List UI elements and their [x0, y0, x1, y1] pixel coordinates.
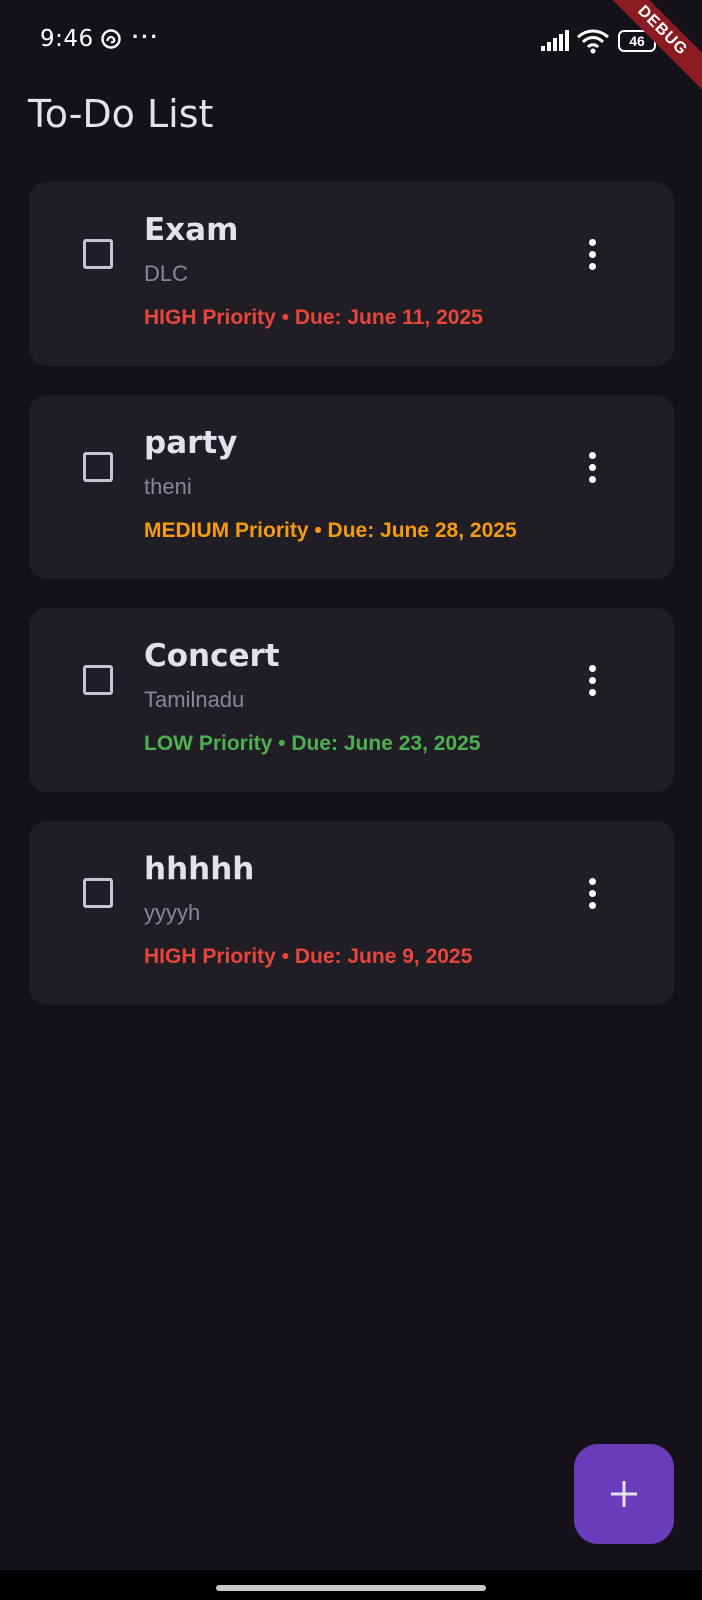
task-priority-due: MEDIUM Priority • Due: June 28, 2025	[144, 519, 517, 542]
task-list: Exam DLC HIGH Priority • Due: June 11, 2…	[29, 182, 674, 1034]
wifi-icon	[577, 29, 609, 54]
app-notification-icon	[101, 29, 121, 49]
more-vert-icon[interactable]	[574, 234, 610, 274]
task-card[interactable]: hhhhh yyyyh HIGH Priority • Due: June 9,…	[29, 821, 674, 1005]
plus-icon	[611, 1481, 637, 1507]
task-priority-due: LOW Priority • Due: June 23, 2025	[144, 732, 481, 755]
task-card[interactable]: Concert Tamilnadu LOW Priority • Due: Ju…	[29, 608, 674, 792]
task-priority-due: HIGH Priority • Due: June 9, 2025	[144, 945, 473, 968]
task-description: theni	[144, 474, 192, 499]
more-vert-icon[interactable]	[574, 873, 610, 913]
task-title: party	[144, 425, 238, 461]
task-card[interactable]: party theni MEDIUM Priority • Due: June …	[29, 395, 674, 579]
task-title: hhhhh	[144, 851, 255, 887]
home-gesture-handle[interactable]	[216, 1585, 486, 1591]
task-title: Concert	[144, 638, 280, 674]
task-checkbox[interactable]	[83, 452, 113, 482]
signal-icon	[541, 30, 569, 51]
task-checkbox[interactable]	[83, 665, 113, 695]
task-checkbox[interactable]	[83, 239, 113, 269]
task-checkbox[interactable]	[83, 878, 113, 908]
task-description: yyyyh	[144, 900, 201, 925]
page-title: To-Do List	[28, 92, 214, 136]
battery-level: 46	[629, 33, 645, 49]
task-title: Exam	[144, 212, 239, 248]
more-notifications-icon: ···	[132, 24, 160, 49]
system-nav-bar	[0, 1570, 702, 1600]
task-description: DLC	[144, 261, 189, 286]
more-vert-icon[interactable]	[574, 660, 610, 700]
status-time: 9:46	[40, 26, 94, 52]
more-vert-icon[interactable]	[574, 447, 610, 487]
status-bar: 9:46 ··· 46 DEBUG	[0, 0, 702, 97]
task-priority-due: HIGH Priority • Due: June 11, 2025	[144, 306, 483, 329]
task-card[interactable]: Exam DLC HIGH Priority • Due: June 11, 2…	[29, 182, 674, 366]
task-description: Tamilnadu	[144, 687, 245, 712]
add-task-button[interactable]	[574, 1444, 674, 1544]
